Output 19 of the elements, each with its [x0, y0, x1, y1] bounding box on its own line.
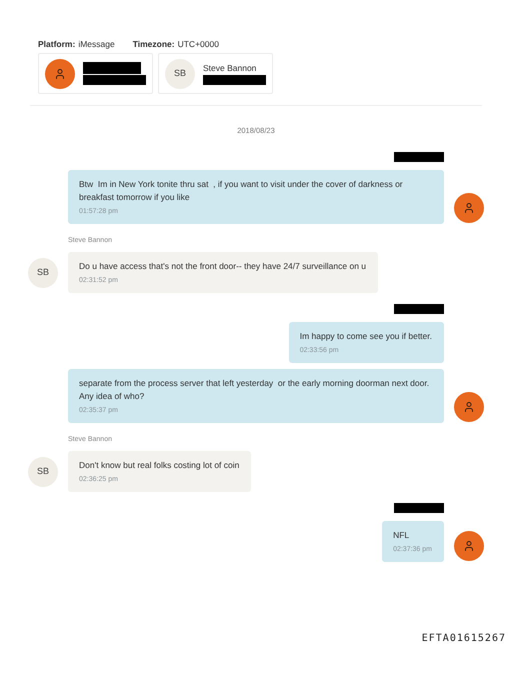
initials-avatar: SB	[28, 258, 58, 288]
participant-name: Steve Bannon	[203, 62, 258, 74]
message-text: NFL	[393, 529, 410, 542]
initials-avatar: SB	[165, 58, 195, 88]
initials-avatar: SB	[28, 456, 58, 486]
message-text: Don't know but real folks costing lot of coin	[79, 459, 240, 472]
person-icon	[463, 202, 475, 214]
timezone-label: Timezone:	[132, 38, 175, 50]
document-id: EFTA01615267	[422, 632, 506, 646]
message-text: separate from the process server that left yesterday or the early morning doorman next door. Any idea of who?	[79, 377, 430, 403]
platform-label: Platform:	[38, 38, 76, 50]
person-icon	[463, 401, 475, 413]
person-icon	[54, 68, 66, 80]
message-text: Do u have access that's not the front door-- they have 24/7 surveillance on u	[79, 260, 366, 273]
message-text: Btw Im in New York tonite thru sat , if you want to visit under the cover of darkness or breakfast tomorrow if you like	[79, 178, 404, 204]
person-icon	[463, 540, 475, 552]
timezone-value: UTC+0000	[178, 38, 219, 50]
message-text: Im happy to come see you if better.	[300, 330, 432, 343]
platform-value: iMessage	[78, 38, 115, 50]
